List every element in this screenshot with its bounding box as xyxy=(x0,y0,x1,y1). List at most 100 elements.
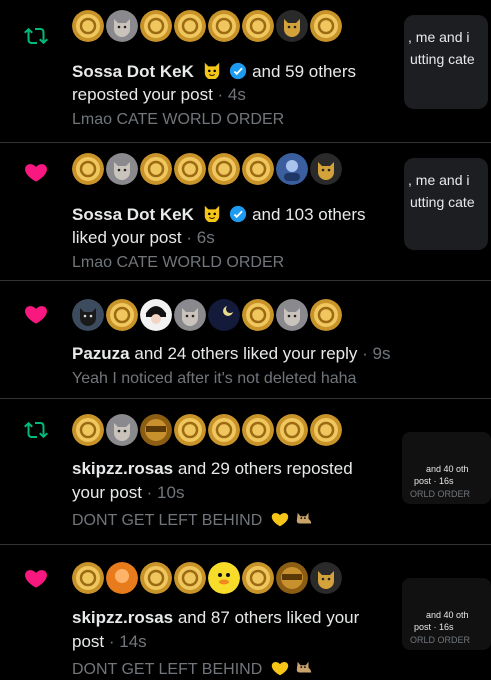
overlay-card-text-1: , me and i xyxy=(408,172,470,188)
repost-icon xyxy=(24,421,48,439)
reward-avatar[interactable] xyxy=(276,562,308,594)
overlay-card-preview: , me and i utting cate xyxy=(404,15,488,109)
post-snippet[interactable]: DONT GET LEFT BEHIND xyxy=(72,510,313,535)
night-avatar[interactable] xyxy=(208,299,240,331)
notification-line-1: skipzz.rosas and 87 others liked your xyxy=(72,607,359,629)
cat-avatar[interactable] xyxy=(174,299,206,331)
notification-line-1: Sossa Dot KeK and 59 others xyxy=(72,61,356,86)
coin-avatar[interactable] xyxy=(106,299,138,331)
coin-avatar[interactable] xyxy=(242,414,274,446)
coin-avatar[interactable] xyxy=(72,153,104,185)
coin-avatar[interactable] xyxy=(174,153,206,185)
coin-avatar[interactable] xyxy=(72,414,104,446)
others-count: and 29 others reposted xyxy=(177,459,353,478)
others-count: and 59 others xyxy=(252,62,357,81)
yellow-heart-icon xyxy=(271,510,289,535)
cat-icon xyxy=(295,510,313,535)
coin-avatar[interactable] xyxy=(174,414,206,446)
post-snippet[interactable]: Yeah I noticed after it's not deleted ha… xyxy=(72,368,356,390)
coin-avatar[interactable] xyxy=(140,562,172,594)
cat-avatar[interactable] xyxy=(106,10,138,42)
mini-card-text-1: and 40 oth xyxy=(426,464,469,474)
overlay-mini-card: and 40 oth post · 16s ORLD ORDER xyxy=(402,578,491,650)
mini-card-text-3: ORLD ORDER xyxy=(410,635,471,645)
mini-card-text-3: ORLD ORDER xyxy=(410,489,471,499)
timestamp: · 14s xyxy=(108,632,147,651)
notification-line-1: Sossa Dot KeK and 103 others xyxy=(72,204,366,229)
duck-avatar[interactable] xyxy=(208,562,240,594)
coin-avatar[interactable] xyxy=(208,153,240,185)
verified-badge-icon xyxy=(229,205,247,229)
coin-avatar[interactable] xyxy=(242,10,274,42)
mini-card-text-2: post · 16s xyxy=(414,476,454,486)
coin-avatar[interactable] xyxy=(174,10,206,42)
notification-line-2: post · 14s xyxy=(72,631,147,653)
notification-line-2: your post · 10s xyxy=(72,482,184,504)
coin-avatar[interactable] xyxy=(174,562,206,594)
cat-icon xyxy=(295,659,313,680)
coin-avatar[interactable] xyxy=(72,562,104,594)
cat-avatar[interactable] xyxy=(276,299,308,331)
coin-avatar[interactable] xyxy=(242,153,274,185)
blue-avatar[interactable] xyxy=(276,153,308,185)
coin-avatar[interactable] xyxy=(140,10,172,42)
post-snippet[interactable]: DONT GET LEFT BEHIND xyxy=(72,659,313,680)
notification-line-1: skipzz.rosas and 29 others reposted xyxy=(72,458,353,480)
snippet-text: DONT GET LEFT BEHIND xyxy=(72,512,263,529)
coin-avatar[interactable] xyxy=(72,10,104,42)
anime-avatar[interactable] xyxy=(140,299,172,331)
verified-badge-icon xyxy=(229,62,247,86)
dark-cat-avatar[interactable] xyxy=(72,299,104,331)
overlay-card-text-2: utting cate xyxy=(410,194,475,210)
coin-avatar[interactable] xyxy=(310,414,342,446)
action-text: reposted your post xyxy=(72,85,213,104)
overlay-card-preview: , me and i utting cate xyxy=(404,158,488,250)
cat-avatar[interactable] xyxy=(106,153,138,185)
orange-avatar[interactable] xyxy=(106,562,138,594)
post-snippet[interactable]: Lmao CATE WORLD ORDER xyxy=(72,252,284,274)
mini-card-text-2: post · 16s xyxy=(414,622,454,632)
timestamp: · 10s xyxy=(146,483,185,502)
notification-like-sossa[interactable]: Sossa Dot KeK and 103 others liked your … xyxy=(0,142,491,281)
cat-avatar[interactable] xyxy=(106,414,138,446)
coin-avatar[interactable] xyxy=(242,562,274,594)
others-count: and 87 others liked your xyxy=(177,608,360,627)
notification-repost-skipzz[interactable]: skipzz.rosas and 29 others reposted your… xyxy=(0,398,491,545)
coin-avatar[interactable] xyxy=(208,414,240,446)
heart-icon xyxy=(25,570,47,588)
notification-like-pazuza[interactable]: Pazuza and 24 others liked your reply · … xyxy=(0,280,491,399)
user-name[interactable]: Sossa Dot KeK xyxy=(72,205,194,224)
reward-avatar[interactable] xyxy=(140,414,172,446)
coin-avatar[interactable] xyxy=(310,10,342,42)
others-count: and 103 others xyxy=(252,205,366,224)
gold-cat-avatar[interactable] xyxy=(276,10,308,42)
overlay-card-text-1: , me and i xyxy=(408,29,470,45)
user-name[interactable]: skipzz.rosas xyxy=(72,459,173,478)
notification-line-2: reposted your post · 4s xyxy=(72,84,246,106)
action-text: liked your post xyxy=(72,228,182,247)
coin-avatar[interactable] xyxy=(276,414,308,446)
yellow-heart-icon xyxy=(271,659,289,680)
gold-cat-avatar[interactable] xyxy=(310,562,342,594)
action-text: post xyxy=(72,632,105,651)
cat-face-icon xyxy=(203,204,221,228)
user-name[interactable]: skipzz.rosas xyxy=(72,608,173,627)
action-text: your post xyxy=(72,483,142,502)
user-name[interactable]: Sossa Dot KeK xyxy=(72,62,194,81)
coin-avatar[interactable] xyxy=(208,10,240,42)
coin-avatar[interactable] xyxy=(140,153,172,185)
coin-avatar[interactable] xyxy=(242,299,274,331)
repost-icon xyxy=(24,27,48,45)
user-name[interactable]: Pazuza xyxy=(72,344,130,363)
cat-face-icon xyxy=(203,61,221,85)
timestamp: · 9s xyxy=(362,344,391,363)
notification-repost-sossa[interactable]: Sossa Dot KeK and 59 others reposted you… xyxy=(0,0,491,143)
notification-like-skipzz[interactable]: skipzz.rosas and 87 others liked your po… xyxy=(0,544,491,680)
notification-line-1: Pazuza and 24 others liked your reply · … xyxy=(72,343,390,365)
timestamp: · 6s xyxy=(186,228,215,247)
timestamp: · 4s xyxy=(217,85,246,104)
coin-avatar[interactable] xyxy=(310,299,342,331)
post-snippet[interactable]: Lmao CATE WORLD ORDER xyxy=(72,109,284,131)
gold-cat-avatar[interactable] xyxy=(310,153,342,185)
heart-icon xyxy=(25,306,47,324)
